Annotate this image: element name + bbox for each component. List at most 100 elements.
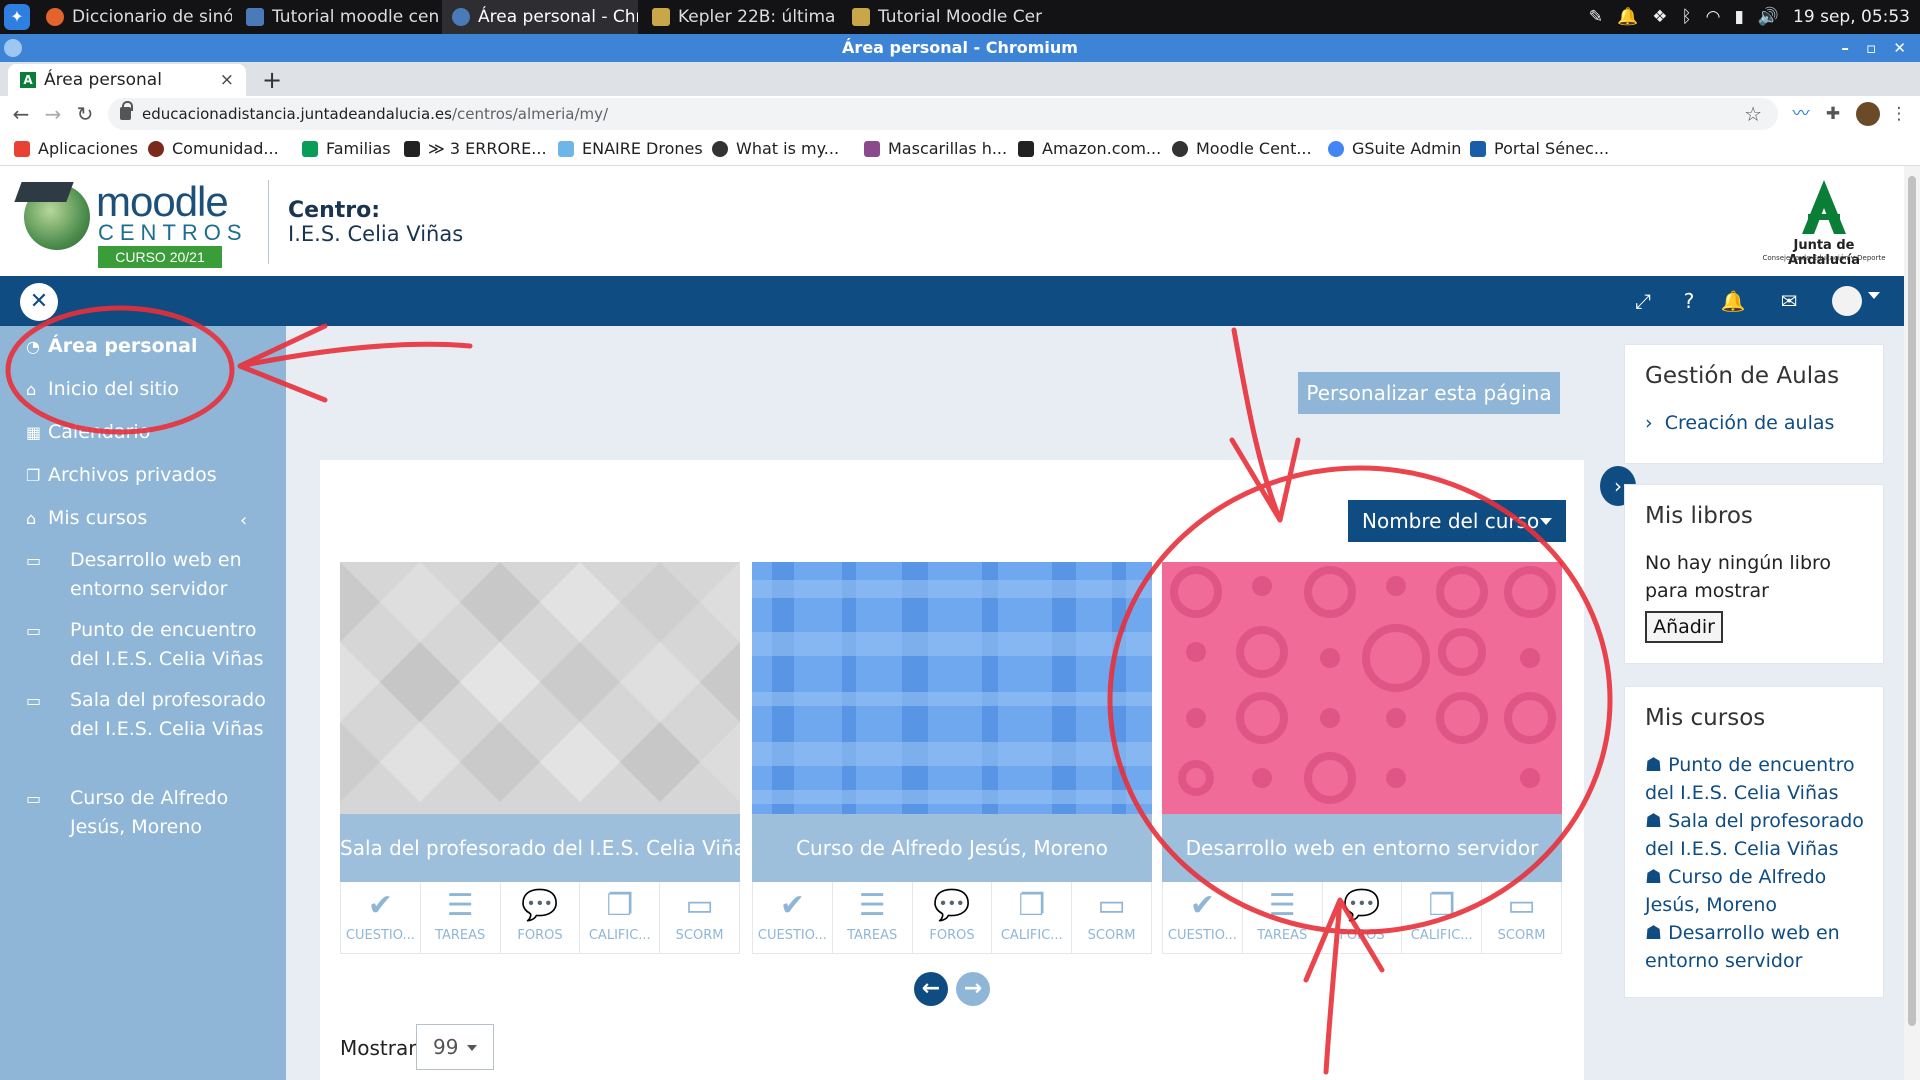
new-tab-button[interactable]: + — [256, 64, 288, 96]
close-tab-icon[interactable]: × — [220, 64, 234, 96]
course-link[interactable]: ☗ Curso de Alfredo Jesús, Moreno — [1645, 863, 1875, 919]
volume-icon[interactable]: 🔊 — [1758, 7, 1779, 27]
forum-activity[interactable]: 💬 FOROS — [913, 882, 993, 953]
start-menu-icon[interactable]: ✦ — [4, 4, 30, 30]
notification-bell-icon[interactable]: 🔔 — [1720, 288, 1746, 314]
sidebar-item-mis-cursos[interactable]: ⌂ Mis cursos — [26, 504, 266, 533]
logo-moodle[interactable]: moodle — [96, 178, 229, 226]
scorm-activity[interactable]: ▭ SCORM — [660, 882, 739, 953]
close-drawer-button[interactable]: ✕ — [20, 283, 58, 321]
bookmark-item[interactable]: Moodle Cent... — [1170, 132, 1312, 166]
bookmark-item[interactable]: Familias — [300, 132, 391, 166]
page-scrollbar[interactable] — [1904, 166, 1920, 1080]
course-link[interactable]: ☗ Sala del profesorado del I.E.S. Celia … — [1645, 807, 1875, 863]
add-book-button[interactable]: Añadir — [1645, 611, 1723, 643]
assign-activity[interactable]: ☰ TAREAS — [421, 882, 501, 953]
bookmark-star-icon[interactable]: ☆ — [1744, 98, 1762, 130]
back-icon[interactable]: ← — [6, 99, 36, 129]
sidebar-item-calendario[interactable]: ▦ Calendario — [26, 418, 266, 447]
scorm-activity[interactable]: ▭ SCORM — [1072, 882, 1151, 953]
scrollbar-thumb[interactable] — [1908, 176, 1916, 1026]
pager-prev-icon[interactable]: ← — [914, 972, 948, 1006]
show-count-select[interactable]: 99 — [416, 1024, 494, 1070]
wifi-icon[interactable]: ◠ — [1706, 7, 1721, 27]
quiz-activity[interactable]: ✔ CUESTIO... — [341, 882, 421, 953]
browser-tab[interactable]: A Área personal × — [8, 64, 246, 96]
bluetooth-icon[interactable]: ᛒ — [1681, 7, 1691, 27]
sort-courses-button[interactable]: Nombre del curso — [1348, 500, 1566, 542]
taskbar-item[interactable]: Diccionario de sinó... — [36, 0, 232, 34]
course-image-plaid — [752, 562, 1152, 814]
sidebar-course[interactable]: ▭ Punto de encuentro del I.E.S. Celia Viñ… — [26, 616, 266, 673]
course-card[interactable]: Desarrollo web en entorno servidor ✔ CUES… — [1162, 562, 1562, 954]
bell-icon[interactable]: 🔔 — [1617, 7, 1638, 27]
sidebar-item-inicio[interactable]: ⌂ Inicio del sitio — [26, 375, 266, 404]
extension-icon[interactable]: 〰 — [1788, 101, 1814, 127]
profile-avatar[interactable] — [1856, 102, 1880, 126]
scorm-activity[interactable]: ▭ SCORM — [1482, 882, 1561, 953]
forward-icon[interactable]: → — [38, 99, 68, 129]
sidebar-item-archivos[interactable]: ❐ Archivos privados — [26, 461, 266, 490]
header-divider — [268, 180, 269, 264]
customize-page-button[interactable]: Personalizar esta página — [1298, 372, 1560, 414]
reload-icon[interactable]: ↻ — [70, 99, 100, 129]
course-title[interactable]: Curso de Alfredo Jesús, Moreno — [752, 814, 1152, 882]
list-icon: ☰ — [1268, 888, 1296, 923]
bookmark-item[interactable]: Portal Sénec... — [1468, 132, 1609, 166]
grades-activity[interactable]: ❐ CALIFIC... — [580, 882, 661, 953]
course-title[interactable]: Sala del profesorado del I.E.S. Celia Vi… — [340, 814, 740, 882]
url-path: /centros/almeria/my/ — [451, 105, 609, 123]
assign-activity[interactable]: ☰ TAREAS — [1243, 882, 1323, 953]
bookmark-item[interactable]: ≫ 3 ERRORE... — [402, 132, 547, 166]
bookmark-item[interactable]: What is my... — [710, 132, 839, 166]
bookmark-favicon-icon — [404, 141, 420, 157]
link-creacion-aulas[interactable]: › Creación de aulas — [1645, 409, 1875, 437]
bookmark-item[interactable]: Comunidad... — [146, 132, 279, 166]
quiz-activity[interactable]: ✔ CUESTIO... — [1163, 882, 1243, 953]
battery-icon[interactable]: ▮ — [1735, 7, 1744, 27]
dropbox-icon[interactable]: ❖ — [1652, 7, 1667, 27]
pager-next-icon[interactable]: → — [956, 972, 990, 1006]
taskbar-item[interactable]: Kepler 22B: última it... — [642, 0, 838, 34]
forum-activity[interactable]: 💬 FOROS — [1323, 882, 1403, 953]
bookmark-item[interactable]: GSuite Admin — [1326, 132, 1461, 166]
taskbar-item[interactable]: Tutorial moodle cen... — [236, 0, 438, 34]
course-image-circles — [1162, 562, 1562, 814]
user-avatar[interactable] — [1832, 286, 1862, 316]
apps-grid-icon — [14, 141, 30, 157]
course-link[interactable]: ☗ Punto de encuentro del I.E.S. Celia Vi… — [1645, 751, 1875, 807]
sidebar-course[interactable]: ▭ Curso de Alfredo Jesús, Moreno — [26, 784, 266, 841]
edit-icon[interactable]: ✎ — [1589, 7, 1603, 27]
user-menu-caret-icon[interactable] — [1868, 292, 1880, 299]
clock[interactable]: 19 sep, 05:53 — [1793, 7, 1910, 27]
bookmark-item[interactable]: Mascarillas h... — [862, 132, 1007, 166]
taskbar-item-active[interactable]: Área personal - Chro... — [442, 0, 638, 34]
course-card[interactable]: Sala del profesorado del I.E.S. Celia Vi… — [340, 562, 740, 954]
grades-activity[interactable]: ❐ CALIFIC... — [1402, 882, 1483, 953]
bookmark-item[interactable]: Aplicaciones — [12, 132, 138, 166]
course-link[interactable]: ☗ Desarrollo web en entorno servidor — [1645, 919, 1875, 975]
chromium-icon — [4, 39, 22, 57]
forum-activity[interactable]: 💬 FOROS — [501, 882, 581, 953]
taskbar-item[interactable]: Tutorial Moodle Cen... — [842, 0, 1042, 34]
sidebar-course[interactable]: ▭ Sala del profesorado del I.E.S. Celia V… — [26, 686, 266, 743]
sidebar-course[interactable]: ▭ Desarrollo web en entorno servidor — [26, 546, 266, 603]
menu-kebab-icon[interactable]: ⋮ — [1886, 101, 1912, 127]
tab-strip: A Área personal × + — [0, 62, 1920, 96]
chevron-left-icon[interactable]: ‹ — [240, 510, 247, 531]
messages-icon[interactable]: ✉ — [1776, 288, 1802, 314]
grades-activity[interactable]: ❐ CALIFIC... — [992, 882, 1073, 953]
quiz-activity[interactable]: ✔ CUESTIO... — [753, 882, 833, 953]
bookmark-item[interactable]: ENAIRE Drones — [556, 132, 703, 166]
sidebar-item-area-personal[interactable]: ◔ Área personal — [26, 332, 266, 361]
puzzle-icon[interactable]: ✚ — [1820, 101, 1846, 127]
bookmark-item[interactable]: Amazon.com... — [1016, 132, 1161, 166]
assign-activity[interactable]: ☰ TAREAS — [833, 882, 913, 953]
help-icon[interactable]: ? — [1676, 288, 1702, 314]
course-title[interactable]: Desarrollo web en entorno servidor — [1162, 814, 1562, 882]
tab-title: Área personal — [44, 70, 162, 90]
course-card[interactable]: Curso de Alfredo Jesús, Moreno ✔ CUESTIO.… — [752, 562, 1152, 954]
fullscreen-icon[interactable]: ⤢ — [1630, 288, 1656, 314]
window-controls[interactable]: – ▫ ✕ — [1841, 34, 1912, 62]
address-bar[interactable]: educacionadistancia.juntadeandalucia.es/… — [108, 98, 1778, 130]
